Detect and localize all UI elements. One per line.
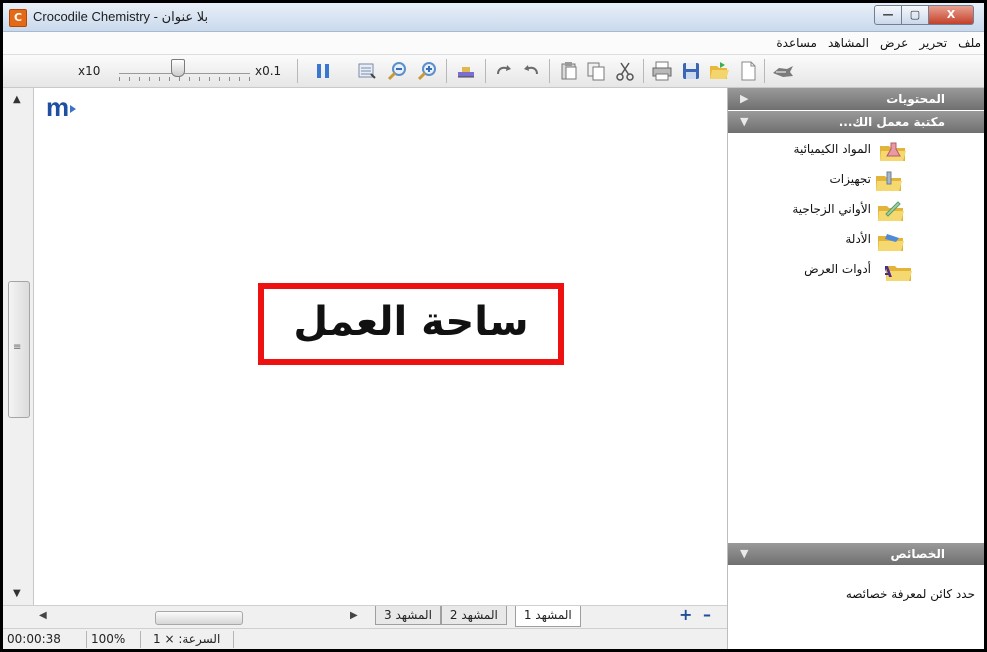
horizontal-scroll-thumb[interactable]	[155, 611, 243, 625]
library-header-label: مكتبة معمل الك...	[838, 115, 945, 129]
scroll-right-icon[interactable]: ▶	[350, 610, 358, 621]
toolbar-separator	[643, 59, 644, 83]
close-button[interactable]: X	[929, 5, 974, 25]
side-panel: ▶ المحتويات ▼ مكتبة معمل الك... المواد ا…	[727, 88, 984, 649]
toolbar-separator	[446, 59, 447, 83]
list-item-presentation-tools[interactable]: A أدوات العرض	[728, 256, 984, 286]
redo-icon[interactable]	[493, 60, 515, 82]
window-controls: — ▢ X	[874, 5, 974, 25]
pause-icon[interactable]	[312, 60, 334, 82]
list-item-label: أدوات العرض	[804, 262, 871, 276]
status-separator	[140, 631, 141, 648]
collapse-right-icon: ▶	[740, 92, 749, 105]
toolbar: x10 x0.1	[3, 55, 984, 88]
scene-strip: ◀ ▶ المشهد 3 المشهد 2 المشهد 1 + –	[3, 605, 727, 628]
app-icon: C	[9, 9, 27, 27]
zoom-in-icon[interactable]	[416, 60, 438, 82]
copy-icon[interactable]	[585, 60, 607, 82]
toolbar-separator	[764, 59, 765, 83]
contents-header[interactable]: ▶ المحتويات	[728, 88, 984, 110]
library-header[interactable]: ▼ مكتبة معمل الك...	[728, 111, 984, 133]
tab-scene-3[interactable]: المشهد 3	[375, 606, 441, 625]
equipment-folder-icon	[876, 171, 902, 191]
menu-view[interactable]: عرض	[877, 33, 911, 50]
undo-icon[interactable]	[520, 60, 542, 82]
indicators-folder-icon	[878, 234, 904, 251]
toolbar-separator	[485, 59, 486, 83]
scroll-down-icon[interactable]: ▼	[13, 588, 21, 599]
speed-min-label: x0.1	[255, 64, 282, 78]
status-speed: السرعة: × 1	[153, 632, 221, 646]
tab-scene-1[interactable]: المشهد 1	[514, 606, 581, 627]
properties-header[interactable]: ▼ الخصائص	[728, 543, 984, 565]
list-item-label: الأواني الزجاجية	[792, 202, 871, 216]
contents-header-label: المحتويات	[886, 92, 945, 106]
screenshot-frame: C Crocodile Chemistry - بلا عنوان — ▢ X …	[0, 0, 987, 652]
list-item-label: تجهيزات	[829, 172, 872, 186]
list-item-indicators[interactable]: الأدلة	[728, 226, 984, 256]
menu-help[interactable]: مساعدة	[773, 33, 820, 50]
svg-text:A: A	[885, 263, 892, 281]
scroll-up-icon[interactable]: ▲	[13, 94, 21, 105]
add-scene-button[interactable]: +	[679, 605, 692, 624]
chemicals-folder-icon	[880, 142, 906, 161]
toolbar-separator	[549, 59, 550, 83]
workspace-label-box: ساحة العمل	[258, 283, 564, 365]
vertical-scrollbar[interactable]: ▲ ≡ ▼	[3, 88, 34, 605]
status-zoom: 100%	[91, 632, 126, 646]
speed-max-label: x10	[78, 64, 101, 78]
list-item-label: الأدلة	[845, 232, 871, 246]
menu-file[interactable]: ملف	[955, 33, 984, 50]
remove-scene-button[interactable]: –	[703, 605, 711, 624]
menu-bar: ملف تحرير عرض المشاهد مساعدة	[3, 32, 984, 55]
menu-scenes[interactable]: المشاهد	[825, 33, 872, 50]
save-icon[interactable]	[680, 60, 702, 82]
status-bar: 00:00:38 100% السرعة: × 1	[3, 628, 727, 649]
scene-tabs: المشهد 3 المشهد 2 المشهد 1	[375, 606, 581, 627]
status-separator	[86, 631, 87, 648]
new-icon[interactable]	[737, 60, 759, 82]
properties-header-label: الخصائص	[890, 547, 945, 561]
list-item-glassware[interactable]: الأواني الزجاجية	[728, 196, 984, 226]
list-item-label: المواد الكيميائية	[793, 142, 871, 156]
window-title: Crocodile Chemistry - بلا عنوان	[33, 9, 209, 24]
maximize-button[interactable]: ▢	[902, 5, 929, 25]
grid-select-icon[interactable]	[356, 60, 378, 82]
scale-icon[interactable]	[455, 60, 477, 82]
croc-icon[interactable]	[772, 60, 794, 82]
paste-icon[interactable]	[558, 60, 580, 82]
cut-icon[interactable]	[614, 60, 636, 82]
workspace-canvas[interactable]: ▲ ≡ ▼ m ساحة العمل	[3, 88, 727, 605]
list-item-chemicals[interactable]: المواد الكيميائية	[728, 136, 984, 166]
vertical-scroll-thumb[interactable]: ≡	[8, 281, 30, 418]
open-icon[interactable]	[708, 60, 730, 82]
title-bar: C Crocodile Chemistry - بلا عنوان — ▢ X	[3, 3, 984, 32]
expand-down-icon: ▼	[740, 547, 749, 560]
workspace-label: ساحة العمل	[293, 299, 529, 345]
speed-slider-thumb[interactable]	[171, 59, 185, 77]
menu-edit[interactable]: تحرير	[916, 33, 950, 50]
scroll-left-icon[interactable]: ◀	[39, 610, 47, 621]
app-window: C Crocodile Chemistry - بلا عنوان — ▢ X …	[3, 3, 984, 649]
minimize-button[interactable]: —	[874, 5, 902, 25]
properties-hint: حدد كائن لمعرفة خصائصه	[845, 587, 975, 601]
status-separator	[233, 631, 234, 648]
status-time: 00:00:38	[7, 632, 61, 646]
list-item-equipment[interactable]: تجهيزات	[728, 166, 984, 196]
print-icon[interactable]	[651, 60, 673, 82]
crocodile-logo-icon: m	[46, 92, 77, 122]
speed-slider-ticks	[119, 77, 250, 81]
zoom-out-icon[interactable]	[386, 60, 408, 82]
expand-down-icon: ▼	[740, 115, 749, 128]
grip-icon: ≡	[13, 342, 22, 353]
presentation-folder-icon: A	[885, 263, 912, 281]
tab-scene-2[interactable]: المشهد 2	[440, 606, 507, 625]
library-list: المواد الكيميائية تجهيزات الأواني الزجاج…	[728, 136, 984, 286]
glassware-folder-icon	[878, 201, 904, 221]
toolbar-separator	[297, 59, 298, 83]
